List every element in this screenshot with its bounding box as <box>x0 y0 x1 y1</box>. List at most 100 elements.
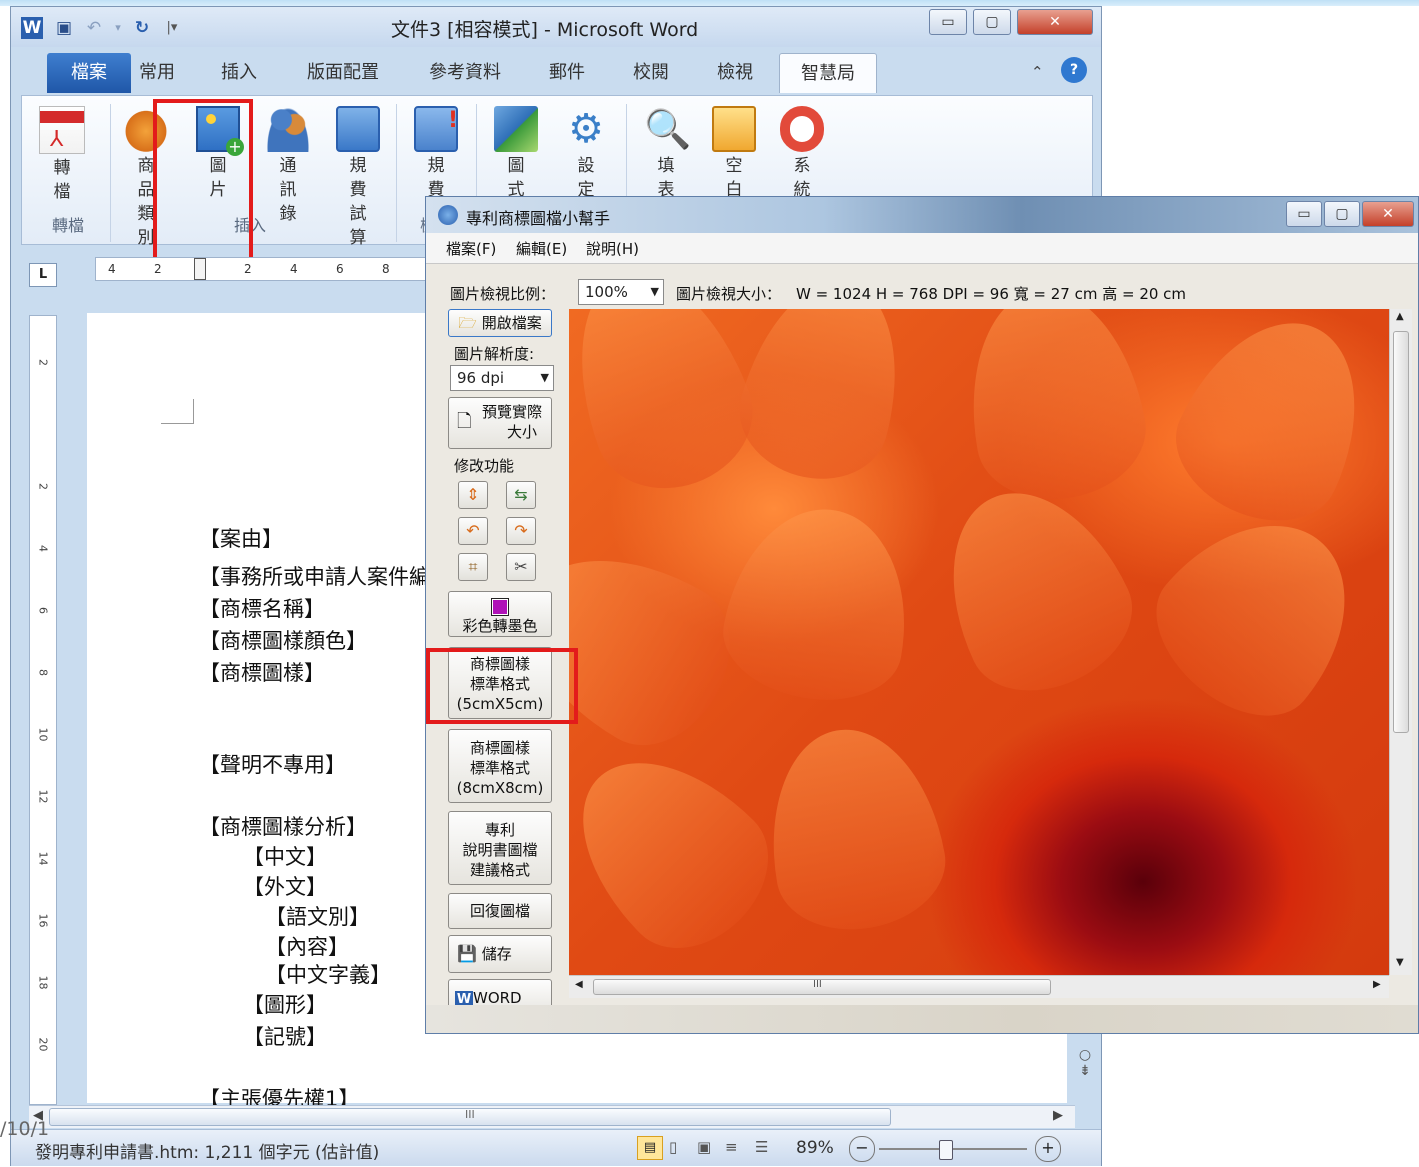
menu-help[interactable]: 說明(H) <box>586 238 639 259</box>
word-count-status[interactable]: 發明專利申請書.htm: 1,211 個字元 (估計值) <box>35 1138 379 1163</box>
scissors-icon[interactable]: ✂ <box>506 553 536 581</box>
word-horizontal-scrollbar[interactable]: ◀ III ▶ <box>29 1105 1075 1128</box>
view-size-value: W = 1024 H = 768 DPI = 96 寬 = 27 cm 高 = … <box>796 285 1187 303</box>
template-icon <box>712 106 756 152</box>
image-helper-dialog: 專利商標圖檔小幫手 ▭ ▢ ✕ 檔案(F) 編輯(E) 說明(H) 圖片檢視比例… <box>425 196 1419 1034</box>
flower-petal <box>952 309 1156 513</box>
tab-references[interactable]: 參考資料 <box>419 53 511 93</box>
group-label-convert: 轉檔 <box>52 216 85 235</box>
indent-marker[interactable] <box>194 258 206 280</box>
web-layout-icon[interactable]: ▣ <box>697 1138 711 1156</box>
zoom-in-icon[interactable]: + <box>1035 1136 1061 1162</box>
view-scale-label: 圖片檢視比例： <box>450 285 556 303</box>
browse-object-icon[interactable]: ○ <box>1073 1047 1097 1063</box>
word-window-title: 文件3 [相容模式] - Microsoft Word <box>391 19 699 41</box>
scroll-left-icon[interactable]: ◀ <box>575 979 583 990</box>
close-button[interactable]: ✕ <box>1017 9 1093 35</box>
ribbon-button-fee-calc[interactable]: 規費試算 <box>328 106 388 250</box>
chevron-down-icon: ▼ <box>540 371 549 384</box>
zoom-slider-track[interactable] <box>879 1148 1027 1150</box>
tab-mailings[interactable]: 郵件 <box>537 53 597 93</box>
zoom-out-icon[interactable]: − <box>849 1136 875 1162</box>
draft-icon[interactable]: ☰ <box>755 1138 768 1156</box>
save-button[interactable]: 💾 儲存 <box>448 935 552 973</box>
scroll-right-icon[interactable]: ▶ <box>1373 979 1381 990</box>
full-screen-reading-icon[interactable]: ▯ <box>669 1138 677 1156</box>
tab-view[interactable]: 檢視 <box>705 53 765 93</box>
tab-file[interactable]: 檔案 <box>47 53 131 93</box>
dialog-status-bar <box>426 1005 1418 1033</box>
flower-petal <box>725 309 923 496</box>
settings-icon: ⚙ <box>568 106 604 152</box>
restore-image-button[interactable]: 回復圖檔 <box>448 893 552 929</box>
menu-file[interactable]: 檔案(F) <box>446 238 496 259</box>
flower-petal <box>752 715 956 943</box>
color-to-bw-button[interactable]: 彩色轉墨色 <box>448 591 552 637</box>
dialog-maximize-button[interactable]: ▢ <box>1324 201 1360 227</box>
resolution-label: 圖片解析度: <box>454 345 535 363</box>
flower-petal <box>569 721 797 975</box>
scroll-thumb[interactable] <box>593 979 1051 995</box>
chevron-down-icon: ▼ <box>650 285 659 298</box>
minimize-button[interactable]: ▭ <box>929 9 967 35</box>
ruler-tab-selector[interactable]: L <box>29 263 57 287</box>
rotate-right-icon[interactable]: ↷ <box>506 517 536 545</box>
ribbon-button-settings[interactable]: ⚙ 設定 <box>556 106 616 202</box>
word-app-icon[interactable]: W <box>21 17 43 39</box>
doc-line: 【記號】 <box>243 1025 327 1049</box>
preview-vertical-scrollbar[interactable]: ▲ ▼ <box>1389 309 1412 975</box>
search-doc-icon: 🔍 <box>644 107 692 151</box>
dialog-minimize-button[interactable]: ▭ <box>1286 201 1322 227</box>
print-layout-icon[interactable]: ▤ <box>637 1136 663 1160</box>
preview-horizontal-scrollbar[interactable]: ◀ III ▶ <box>569 975 1389 998</box>
scroll-up-icon[interactable]: ▲ <box>1396 311 1404 322</box>
help-icon[interactable]: ? <box>1061 57 1087 83</box>
view-scale-select[interactable]: 100% ▼ <box>578 279 664 305</box>
resolution-select[interactable]: 96 dpi ▼ <box>450 365 554 391</box>
image-preview[interactable] <box>569 309 1389 975</box>
dialog-title: 專利商標圖檔小幫手 <box>466 209 611 228</box>
outline-icon[interactable]: ≡ <box>725 1138 738 1156</box>
dialog-close-button[interactable]: ✕ <box>1362 201 1414 227</box>
tab-home[interactable]: 常用 <box>127 53 187 93</box>
maximize-button[interactable]: ▢ <box>973 9 1011 35</box>
vertical-ruler[interactable]: 2 2 4 6 8 10 12 14 16 18 20 <box>29 315 57 1105</box>
horizontal-ruler[interactable]: 4 2 2 4 6 8 10 <box>95 257 439 281</box>
menu-edit[interactable]: 編輯(E) <box>516 238 567 259</box>
fee-check-icon: ! <box>414 106 458 152</box>
word-vscroll-nav[interactable]: ○ ⇟ <box>1073 1047 1097 1107</box>
ribbon-button-contacts[interactable]: 通訊錄 <box>258 106 318 226</box>
trademark-8cm-button[interactable]: 商標圖樣 標準格式 (8cmX8cm) <box>448 729 552 803</box>
customize-qat-icon[interactable]: |▾ <box>161 17 183 39</box>
zoom-slider-thumb[interactable] <box>939 1140 953 1160</box>
scroll-down-icon[interactable]: ▼ <box>1396 957 1404 968</box>
doc-line: 【中文】 <box>243 845 327 869</box>
dialog-app-icon[interactable] <box>438 205 458 225</box>
collapse-ribbon-icon[interactable]: ⌃ <box>1031 63 1044 81</box>
word-title-bar: W ▣ ↶ ▾ ↻ |▾ 文件3 [相容模式] - Microsoft Word… <box>11 7 1101 47</box>
undo-dropdown-icon[interactable]: ▾ <box>107 17 129 39</box>
patent-format-button[interactable]: 專利 說明書圖檔 建議格式 <box>448 811 552 885</box>
pdf-icon: ⅄ <box>39 106 85 154</box>
margin-corner-mark <box>161 399 194 424</box>
scroll-thumb[interactable] <box>1393 331 1409 733</box>
tab-review[interactable]: 校閱 <box>621 53 681 93</box>
undo-icon[interactable]: ↶ <box>83 17 105 39</box>
preview-actual-size-button[interactable]: 🗋 預覽實際 大小 <box>448 397 552 449</box>
tab-tipo[interactable]: 智慧局 <box>779 53 877 93</box>
redo-icon[interactable]: ↻ <box>131 17 153 39</box>
doc-line: 【聲明不專用】 <box>199 753 346 777</box>
crop-icon[interactable]: ⌗ <box>458 553 488 581</box>
minimize-icon: ▭ <box>1297 206 1311 222</box>
next-page-icon[interactable]: ⇟ <box>1073 1063 1097 1079</box>
ribbon-button-convert[interactable]: ⅄ 轉檔 <box>32 106 92 204</box>
zoom-level[interactable]: 89% <box>796 1138 834 1158</box>
flip-vertical-icon[interactable]: ⇕ <box>458 481 488 509</box>
scroll-right-icon[interactable]: ▶ <box>1053 1108 1063 1123</box>
tab-insert[interactable]: 插入 <box>209 53 269 93</box>
save-icon[interactable]: ▣ <box>53 17 75 39</box>
tab-page-layout[interactable]: 版面配置 <box>297 53 389 93</box>
rotate-left-icon[interactable]: ↶ <box>458 517 488 545</box>
open-file-button[interactable]: 🗁 開啟檔案 <box>448 309 552 337</box>
flip-horizontal-icon[interactable]: ⇆ <box>506 481 536 509</box>
